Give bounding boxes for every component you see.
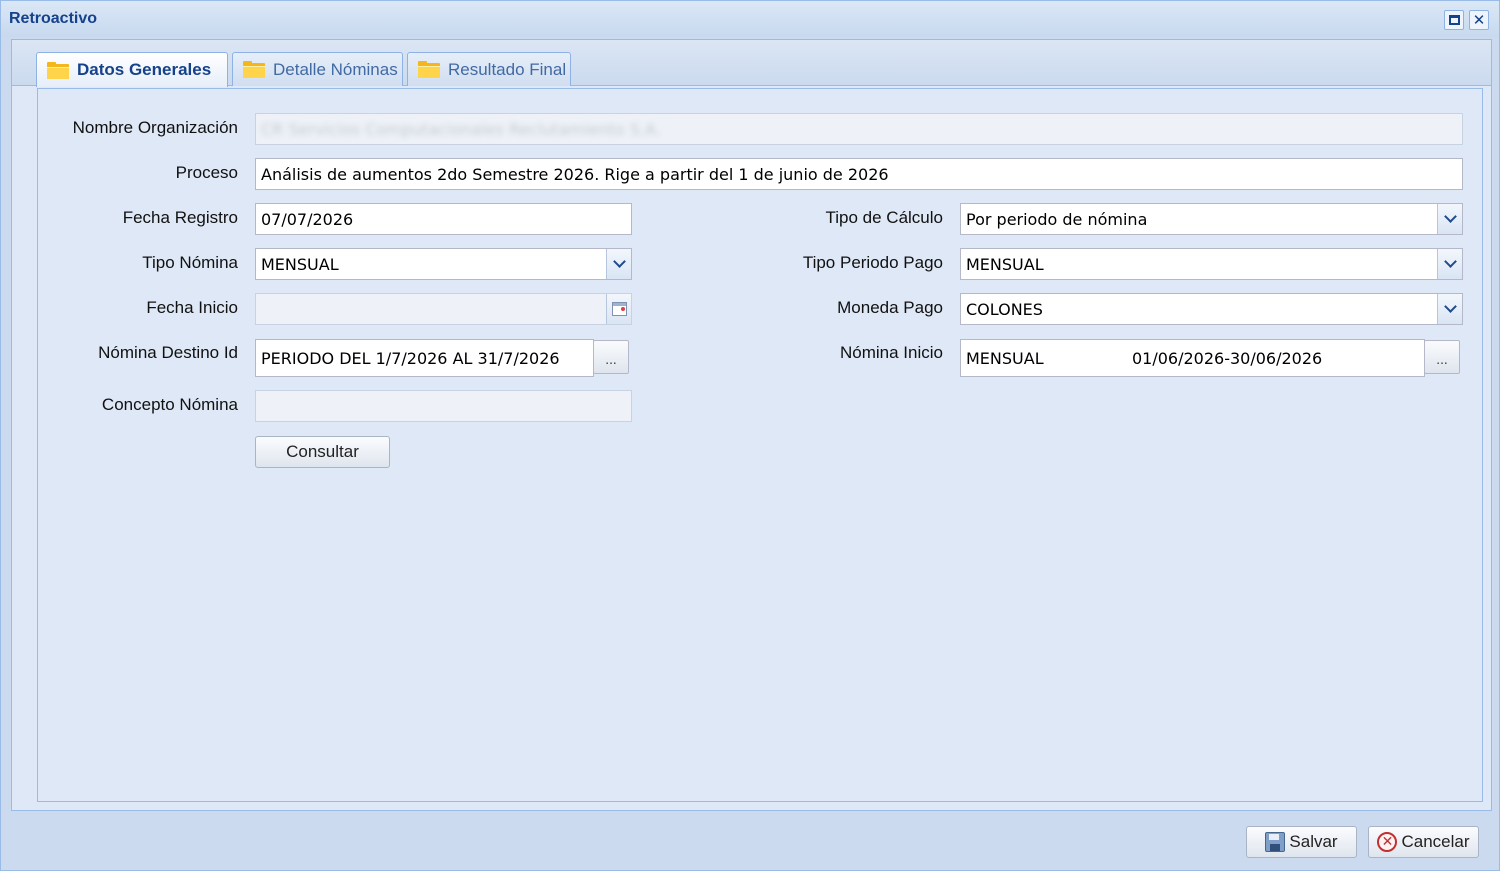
cancelar-label: Cancelar: [1401, 832, 1470, 851]
tab-datos-generales[interactable]: Datos Generales: [36, 52, 228, 87]
retroactivo-window: Retroactivo ✕ Datos Generales Detalle Nó…: [0, 0, 1500, 871]
concepto-nomina-label: Concepto Nómina: [101, 395, 238, 414]
tab-detalle-nominas[interactable]: Detalle Nóminas: [232, 52, 403, 86]
concepto-nomina-input[interactable]: [255, 390, 632, 422]
chevron-down-icon[interactable]: [1437, 249, 1462, 279]
moneda-pago-select[interactable]: COLONES: [960, 293, 1463, 325]
fecha-registro-label: Fecha Registro: [122, 208, 238, 227]
tab-label: Detalle Nóminas: [273, 59, 398, 79]
consultar-button[interactable]: Consultar: [255, 436, 390, 468]
tipo-periodo-pago-label: Tipo Periodo Pago: [802, 253, 943, 272]
close-icon[interactable]: ✕: [1469, 10, 1489, 30]
salvar-label: Salvar: [1289, 832, 1338, 851]
organizacion-label: Nombre Organización: [72, 118, 238, 137]
tab-panel: Datos Generales Detalle Nóminas Resultad…: [11, 39, 1492, 811]
proceso-label: Proceso: [175, 163, 238, 182]
salvar-button[interactable]: Salvar: [1246, 826, 1357, 858]
nomina-inicio-lookup-button[interactable]: ...: [1424, 340, 1460, 374]
nomina-destino-lookup-button[interactable]: ...: [593, 340, 629, 374]
tipo-nomina-label: Tipo Nómina: [142, 253, 238, 272]
organizacion-field: CR Servicios Computacionales Reclutamien…: [255, 113, 1463, 145]
fecha-inicio-label: Fecha Inicio: [146, 298, 238, 317]
tab-label: Resultado Final: [448, 59, 567, 79]
save-icon: [1265, 832, 1286, 852]
tipo-calculo-select[interactable]: Por periodo de nómina: [960, 203, 1463, 235]
nomina-inicio-input[interactable]: MENSUAL 01/06/2026-30/06/2026: [960, 339, 1425, 377]
chevron-down-icon[interactable]: [1437, 294, 1462, 324]
fecha-registro-input[interactable]: 07/07/2026: [255, 203, 632, 235]
calendar-icon[interactable]: [606, 294, 631, 324]
cancel-icon: ✕: [1377, 832, 1398, 852]
moneda-pago-label: Moneda Pago: [837, 298, 943, 317]
chevron-down-icon[interactable]: [1437, 204, 1462, 234]
cancelar-button[interactable]: ✕ Cancelar: [1368, 826, 1479, 858]
tipo-calculo-label: Tipo de Cálculo: [825, 208, 944, 227]
fecha-inicio-input[interactable]: [255, 293, 632, 325]
tab-strip: Datos Generales Detalle Nóminas Resultad…: [12, 40, 1491, 87]
window-titlebar[interactable]: Retroactivo ✕: [1, 1, 1499, 37]
proceso-input[interactable]: Análisis de aumentos 2do Semestre 2026. …: [255, 158, 1463, 190]
window-title: Retroactivo: [9, 10, 98, 27]
datos-generales-form: [37, 88, 1483, 802]
folder-icon: [47, 61, 69, 79]
nomina-destino-input[interactable]: PERIODO DEL 1/7/2026 AL 31/7/2026: [255, 339, 594, 377]
nomina-destino-label: Nómina Destino Id: [98, 343, 238, 362]
tab-label: Datos Generales: [77, 60, 212, 79]
folder-icon: [418, 61, 440, 78]
tab-resultado-final[interactable]: Resultado Final: [407, 52, 571, 86]
folder-icon: [243, 61, 265, 78]
nomina-inicio-label: Nómina Inicio: [840, 343, 943, 362]
tipo-periodo-pago-select[interactable]: MENSUAL: [960, 248, 1463, 280]
tipo-nomina-select[interactable]: MENSUAL: [255, 248, 632, 280]
chevron-down-icon[interactable]: [606, 249, 631, 279]
maximize-icon[interactable]: [1444, 10, 1464, 30]
